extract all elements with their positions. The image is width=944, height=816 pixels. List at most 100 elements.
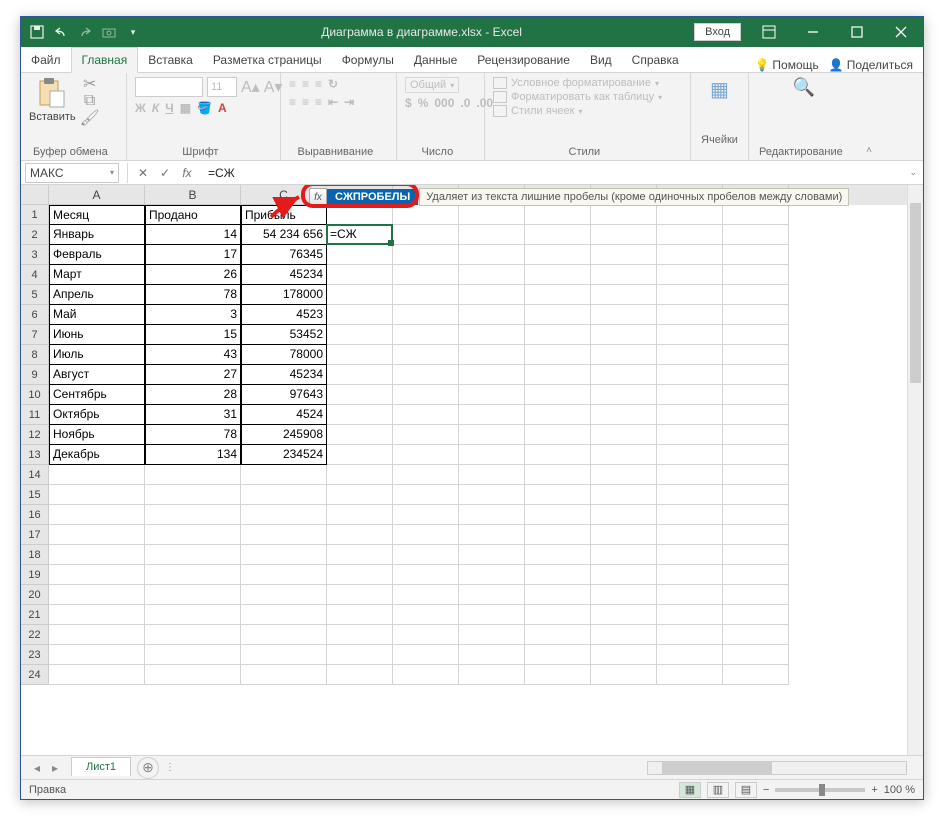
cell[interactable] — [145, 525, 241, 545]
zoom-slider[interactable] — [775, 788, 865, 792]
cell[interactable]: Декабрь — [49, 445, 145, 465]
row-header[interactable]: 6 — [21, 305, 49, 325]
cell[interactable] — [591, 245, 657, 265]
cell[interactable] — [657, 665, 723, 685]
cell[interactable] — [327, 485, 393, 505]
cell[interactable] — [723, 385, 789, 405]
row-header[interactable]: 5 — [21, 285, 49, 305]
cell[interactable]: =СЖ — [327, 225, 393, 245]
cancel-formula-button[interactable]: ✕ — [132, 166, 154, 180]
cell[interactable] — [525, 305, 591, 325]
cell[interactable] — [327, 645, 393, 665]
cell[interactable] — [393, 305, 459, 325]
share-button[interactable]: 👤Поделиться — [829, 58, 913, 72]
cell[interactable] — [459, 305, 525, 325]
find-icon[interactable]: 🔍 — [793, 77, 815, 98]
cell[interactable]: 43 — [145, 345, 241, 365]
cell[interactable] — [525, 265, 591, 285]
comma-icon[interactable]: 000 — [434, 96, 454, 110]
cell[interactable] — [459, 285, 525, 305]
cell[interactable] — [393, 385, 459, 405]
cell[interactable]: 4523 — [241, 305, 327, 325]
cell[interactable] — [591, 565, 657, 585]
cell[interactable] — [525, 505, 591, 525]
cell[interactable]: 26 — [145, 265, 241, 285]
cell[interactable] — [393, 345, 459, 365]
cell[interactable] — [145, 665, 241, 685]
insert-function-button[interactable]: fx — [176, 166, 198, 180]
cell[interactable] — [657, 525, 723, 545]
tab-insert[interactable]: Вставка — [138, 48, 203, 72]
cell[interactable] — [657, 425, 723, 445]
cell[interactable] — [657, 265, 723, 285]
cell[interactable] — [327, 365, 393, 385]
cell[interactable] — [525, 545, 591, 565]
align-right-icon[interactable]: ≡ — [315, 95, 322, 109]
cell[interactable] — [459, 525, 525, 545]
cell[interactable] — [459, 665, 525, 685]
cell[interactable] — [327, 525, 393, 545]
fill-color-button[interactable]: 🪣 — [197, 101, 212, 115]
function-suggestion[interactable]: СЖПРОБЕЛЫ — [327, 189, 418, 205]
row-header[interactable]: 7 — [21, 325, 49, 345]
function-autocomplete[interactable]: fx СЖПРОБЕЛЫ Удаляет из текста лишние пр… — [309, 188, 849, 206]
view-page-layout-button[interactable]: ▥ — [707, 782, 729, 798]
zoom-level[interactable]: 100 % — [884, 784, 915, 796]
cell[interactable] — [459, 385, 525, 405]
cell[interactable] — [591, 585, 657, 605]
tab-review[interactable]: Рецензирование — [467, 48, 580, 72]
tab-help[interactable]: Справка — [622, 48, 689, 72]
cell[interactable]: 78 — [145, 425, 241, 445]
cell[interactable] — [145, 625, 241, 645]
cell[interactable]: Апрель — [49, 285, 145, 305]
align-center-icon[interactable]: ≡ — [302, 95, 309, 109]
cell[interactable] — [525, 565, 591, 585]
cell[interactable] — [657, 285, 723, 305]
cell[interactable] — [525, 285, 591, 305]
cell[interactable] — [723, 365, 789, 385]
cell[interactable] — [525, 485, 591, 505]
cell[interactable] — [657, 545, 723, 565]
cell[interactable] — [145, 605, 241, 625]
cell[interactable]: 3 — [145, 305, 241, 325]
collapse-ribbon-icon[interactable]: ˄ — [859, 73, 879, 160]
cell[interactable] — [145, 565, 241, 585]
cell[interactable] — [241, 485, 327, 505]
cell[interactable] — [49, 665, 145, 685]
cell[interactable] — [145, 465, 241, 485]
row-header[interactable]: 10 — [21, 385, 49, 405]
cell[interactable] — [327, 385, 393, 405]
inc-decimal-icon[interactable]: .0 — [460, 96, 470, 110]
redo-icon[interactable] — [77, 24, 93, 40]
cell[interactable] — [525, 225, 591, 245]
cell[interactable] — [327, 565, 393, 585]
cell[interactable] — [459, 545, 525, 565]
minimize-button[interactable] — [791, 17, 835, 47]
cell[interactable] — [591, 345, 657, 365]
row-header[interactable]: 23 — [21, 645, 49, 665]
cell[interactable] — [327, 445, 393, 465]
maximize-button[interactable] — [835, 17, 879, 47]
cell[interactable] — [657, 205, 723, 225]
cell[interactable] — [657, 465, 723, 485]
cell[interactable]: 76345 — [241, 245, 327, 265]
cell[interactable]: 27 — [145, 365, 241, 385]
cell[interactable] — [49, 625, 145, 645]
cell[interactable]: Январь — [49, 225, 145, 245]
copy-icon[interactable]: ⧉ — [82, 94, 98, 108]
align-top-icon[interactable]: ≡ — [289, 77, 296, 91]
cell[interactable] — [459, 365, 525, 385]
cell[interactable] — [459, 425, 525, 445]
cell[interactable]: Прибыль — [241, 205, 327, 225]
font-color-button[interactable]: A — [218, 101, 227, 115]
cut-icon[interactable]: ✂ — [82, 77, 98, 91]
cell[interactable] — [723, 425, 789, 445]
add-sheet-button[interactable]: ⊕ — [137, 757, 159, 779]
cell[interactable] — [241, 625, 327, 645]
cell[interactable] — [657, 445, 723, 465]
cell[interactable] — [591, 365, 657, 385]
cell[interactable] — [327, 305, 393, 325]
cell[interactable] — [525, 625, 591, 645]
border-button[interactable]: ▦ — [180, 101, 191, 115]
cell[interactable] — [459, 325, 525, 345]
